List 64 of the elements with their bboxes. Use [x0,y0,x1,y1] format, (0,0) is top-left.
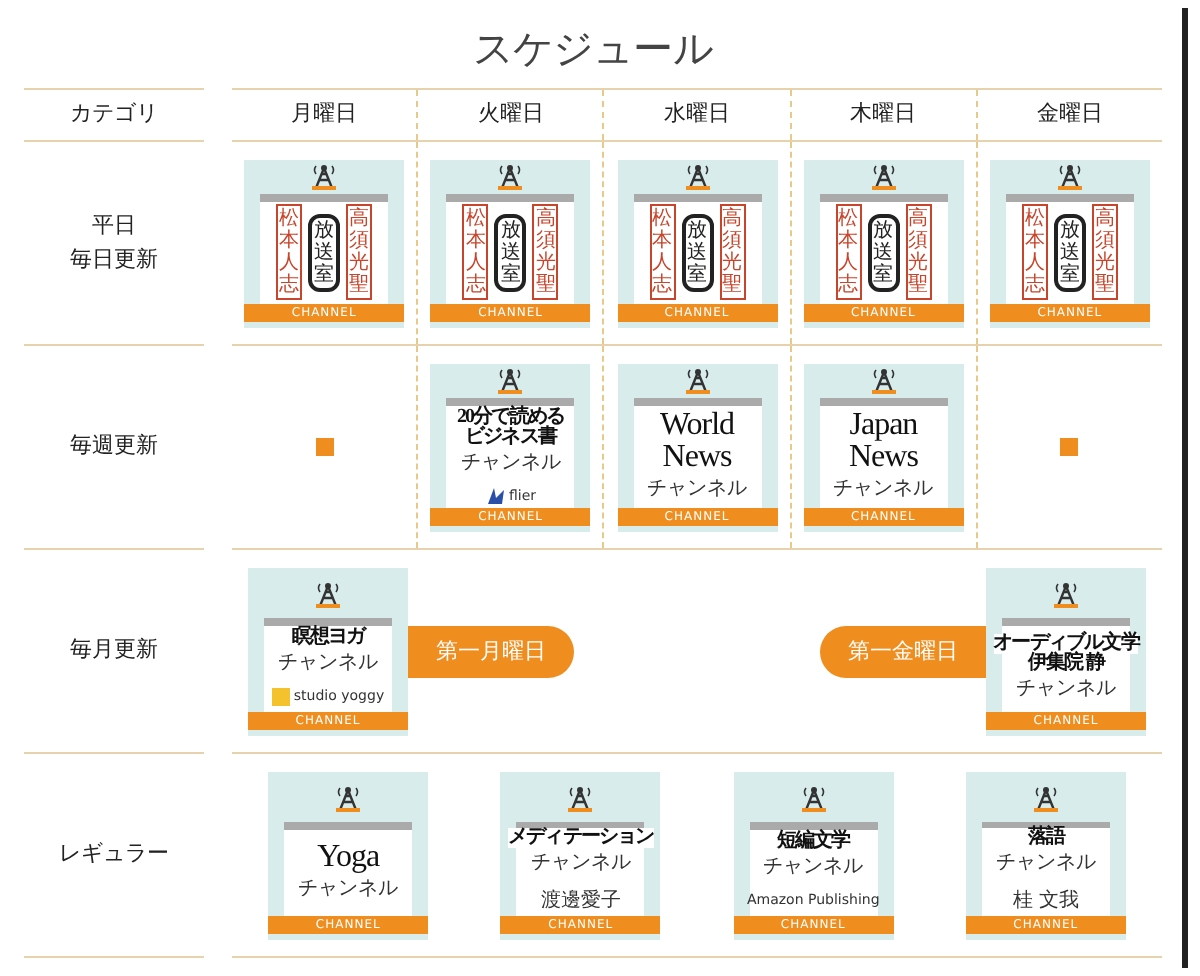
cover-subtitle: チャンネル [833,475,934,504]
cover-title: 落語 [1027,827,1064,847]
cover-subtitle: チャンネル [460,449,561,477]
seal-stamp: 高須光聖 [1091,204,1118,301]
category-label: 平日 [92,210,136,242]
day-tag: 第一金曜日 [820,625,986,677]
column-header: 月曜日 [291,98,358,131]
category-label: 毎日更新 [70,243,158,275]
category-label: 毎週更新 [70,430,158,463]
column-header: 金曜日 [1036,98,1103,131]
seal-stamp: 高須光聖 [532,204,559,301]
cover-subtitle: チャンネル [1016,675,1116,703]
antenna-icon [1057,161,1082,194]
cover-title: World [659,409,735,442]
cover-title: 伊集院 静 [1027,653,1104,673]
seal-stamp: 松本人志 [649,204,675,301]
cover-credit: 渡邊愛子 [540,887,621,915]
square-marker [1060,438,1079,456]
cover-subtitle: チャンネル [763,854,864,883]
antenna-icon [498,365,523,398]
antenna-icon [312,161,337,194]
cover-title: 20分で読める [456,407,565,427]
cover-title: 瞑想ヨガ [291,628,365,649]
seal-stamp: 松本人志 [462,204,489,301]
antenna-icon [871,161,896,194]
cover-title: Yoga [317,841,380,873]
seal-stamp: 高須光聖 [719,204,745,301]
antenna-icon [685,365,709,398]
cover-title: メディテーション [507,827,654,847]
seal-stamp: 松本人志 [835,204,862,301]
category-label: 毎月更新 [70,634,158,667]
cover-title: News [662,441,732,474]
cover-title: 短編文学 [776,832,850,853]
seal-stamp: 放送室 [494,213,527,292]
seal-stamp: 松本人志 [276,204,303,301]
seal-stamp: 放送室 [867,213,900,292]
day-tag: 第一月曜日 [408,625,574,677]
cover-credit: 桂 文我 [1012,887,1079,915]
logo-icon [271,688,290,706]
cover-subtitle: チャンネル [995,849,1096,877]
seal-stamp: 放送室 [1053,213,1086,292]
antenna-icon [685,161,709,194]
antenna-icon [871,365,896,398]
page-title: スケジュール [471,22,715,76]
seal-stamp: 放送室 [308,213,341,292]
column-header: カテゴリ [70,98,158,131]
cover-subtitle: チャンネル [278,650,378,679]
cover-title: ビジネス書 [465,427,557,447]
antenna-icon [498,161,523,194]
column-header: 水曜日 [664,98,730,131]
column-header: 火曜日 [477,98,544,131]
cover-subtitle: チャンネル [298,875,399,903]
column-header: 木曜日 [850,98,917,131]
cover-subtitle: チャンネル [530,849,631,877]
seal-stamp: 松本人志 [1021,204,1048,301]
cover-title: オーディブル文学 [993,633,1139,653]
cover-title: News [848,441,918,474]
cover-title: Japan [849,409,918,442]
cover-subtitle: チャンネル [647,475,747,504]
square-marker [315,438,334,456]
seal-stamp: 放送室 [681,213,713,292]
category-label: レギュラー [59,838,169,871]
seal-stamp: 高須光聖 [905,204,932,301]
seal-stamp: 高須光聖 [346,204,373,301]
